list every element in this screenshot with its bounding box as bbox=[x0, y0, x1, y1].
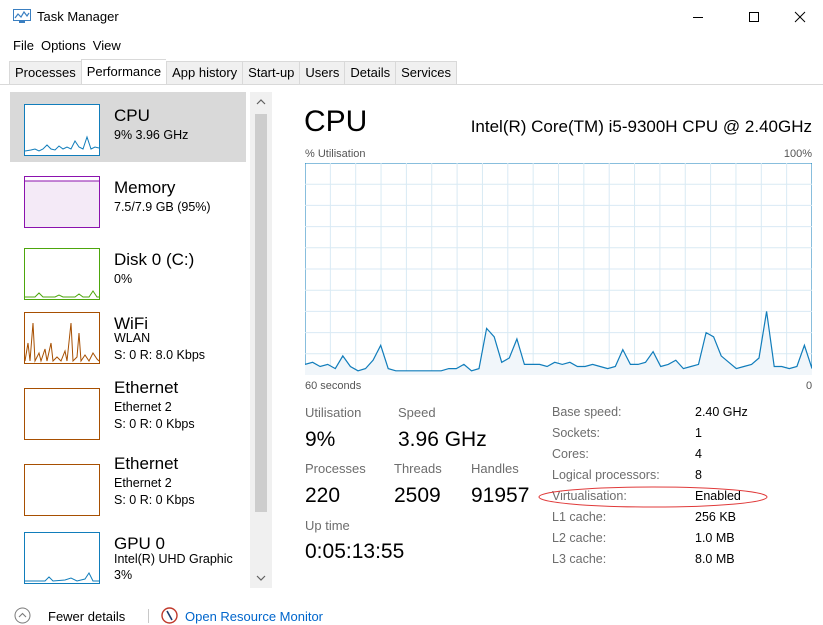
graph-x-right-label: 0 bbox=[806, 380, 813, 392]
threads-label: Threads bbox=[394, 461, 442, 476]
sidebar-item-title: Memory bbox=[114, 178, 176, 197]
utilisation-value: 9% bbox=[305, 428, 336, 451]
sidebar-item-throughput: S: 0 R: 8.0 Kbps bbox=[114, 348, 206, 362]
l1-cache-value: 256 KB bbox=[695, 510, 737, 524]
sidebar-item-title: GPU 0 bbox=[114, 534, 166, 553]
tab-performance[interactable]: Performance bbox=[80, 59, 167, 84]
threads-value: 2509 bbox=[394, 484, 441, 507]
graph-y-axis-label: % Utilisation bbox=[305, 148, 366, 160]
minimize-icon bbox=[693, 17, 703, 18]
gpu-thumbnail-graph bbox=[24, 532, 100, 584]
tab-bar: Processes Performance App history Start-… bbox=[0, 58, 823, 85]
tab-details[interactable]: Details bbox=[344, 61, 396, 84]
disk-thumbnail-graph bbox=[24, 248, 100, 300]
sidebar-item-disk-0[interactable]: Disk 0 (C:) 0% bbox=[10, 236, 246, 306]
tab-processes[interactable]: Processes bbox=[9, 61, 81, 84]
sidebar-item-memory[interactable]: Memory 7.5/7.9 GB (95%) bbox=[10, 164, 246, 234]
l2-cache-value: 1.0 MB bbox=[695, 531, 735, 545]
sidebar-item-detail: 7.5/7.9 GB (95%) bbox=[114, 200, 211, 214]
open-resource-monitor-link[interactable]: Open Resource Monitor bbox=[185, 609, 323, 624]
sidebar-item-wifi[interactable]: WiFi WLAN S: 0 R: 8.0 Kbps bbox=[10, 300, 246, 370]
tab-users[interactable]: Users bbox=[299, 61, 345, 84]
menu-view[interactable]: View bbox=[86, 36, 121, 56]
speed-label: Speed bbox=[398, 405, 436, 420]
sidebar-item-detail: 9% 3.96 GHz bbox=[114, 128, 189, 142]
maximize-button[interactable] bbox=[731, 0, 777, 34]
memory-thumbnail-graph bbox=[24, 176, 100, 228]
logical-processors-value: 8 bbox=[695, 468, 702, 482]
sidebar-item-title: Disk 0 (C:) bbox=[114, 250, 195, 269]
logical-processors-label: Logical processors: bbox=[552, 468, 660, 482]
l1-cache-label: L1 cache: bbox=[552, 510, 607, 524]
page-title: CPU bbox=[304, 105, 368, 138]
cores-label: Cores: bbox=[552, 447, 589, 461]
sidebar-item-throughput: S: 0 R: 0 Kbps bbox=[114, 417, 195, 431]
wifi-thumbnail-graph bbox=[24, 312, 100, 364]
sidebar-item-usage: 3% bbox=[114, 568, 133, 582]
sidebar-item-ethernet[interactable]: Ethernet Ethernet 2 S: 0 R: 0 Kbps bbox=[10, 376, 246, 446]
l3-cache-label: L3 cache: bbox=[552, 552, 607, 566]
sidebar-item-detail: Ethernet 2 bbox=[114, 476, 172, 490]
utilisation-label: Utilisation bbox=[305, 405, 362, 420]
scroll-down-button[interactable] bbox=[250, 570, 272, 586]
chevron-up-circle-icon[interactable] bbox=[14, 607, 31, 624]
chevron-down-icon bbox=[256, 575, 266, 581]
speed-value: 3.96 GHz bbox=[398, 428, 487, 451]
title-bar: Task Manager bbox=[0, 0, 823, 34]
handles-value: 91957 bbox=[471, 484, 530, 507]
scroll-up-button[interactable] bbox=[250, 94, 272, 110]
menu-file[interactable]: File bbox=[0, 36, 34, 56]
cpu-model-name: Intel(R) Core(TM) i5-9300H CPU @ 2.40GHz bbox=[470, 117, 812, 136]
uptime-value: 0:05:13:55 bbox=[305, 540, 405, 563]
sockets-label: Sockets: bbox=[552, 426, 600, 440]
fewer-details-button[interactable]: Fewer details bbox=[48, 609, 125, 624]
scrollbar-thumb[interactable] bbox=[255, 114, 267, 512]
ethernet-thumbnail-graph bbox=[24, 388, 100, 440]
sidebar-item-title: Ethernet bbox=[114, 454, 179, 473]
tab-app-history[interactable]: App history bbox=[166, 61, 243, 84]
task-manager-icon bbox=[13, 9, 31, 23]
cores-value: 4 bbox=[695, 447, 702, 461]
ethernet-thumbnail-graph bbox=[24, 464, 100, 516]
virtualisation-highlight-ellipse bbox=[538, 486, 768, 508]
sidebar-item-throughput: S: 0 R: 0 Kbps bbox=[114, 493, 195, 507]
base-speed-value: 2.40 GHz bbox=[695, 405, 748, 419]
sidebar-scrollbar[interactable] bbox=[250, 92, 272, 588]
menu-bar: File Options View bbox=[0, 36, 121, 56]
footer-bar: Fewer details Open Resource Monitor bbox=[0, 605, 823, 625]
handles-label: Handles bbox=[471, 461, 519, 476]
window-title: Task Manager bbox=[37, 9, 119, 24]
chevron-up-icon bbox=[256, 99, 266, 105]
sockets-value: 1 bbox=[695, 426, 702, 440]
sidebar-item-detail: Intel(R) UHD Graphic bbox=[114, 552, 233, 566]
resource-sidebar: CPU 9% 3.96 GHz Memory 7.5/7.9 GB (95%) … bbox=[10, 92, 272, 588]
uptime-label: Up time bbox=[305, 518, 350, 533]
processes-label: Processes bbox=[305, 461, 366, 476]
resource-monitor-icon[interactable] bbox=[161, 607, 178, 624]
l3-cache-value: 8.0 MB bbox=[695, 552, 735, 566]
cpu-thumbnail-graph bbox=[24, 104, 100, 156]
l2-cache-label: L2 cache: bbox=[552, 531, 607, 545]
cpu-utilisation-graph bbox=[305, 163, 812, 375]
graph-y-max-label: 100% bbox=[783, 148, 812, 160]
sidebar-item-gpu-0[interactable]: GPU 0 Intel(R) UHD Graphic 3% bbox=[10, 520, 246, 590]
processes-value: 220 bbox=[305, 484, 341, 507]
sidebar-item-ethernet-2[interactable]: Ethernet Ethernet 2 S: 0 R: 0 Kbps bbox=[10, 452, 246, 522]
maximize-icon bbox=[749, 12, 759, 22]
sidebar-item-detail: 0% bbox=[114, 272, 133, 286]
footer-divider bbox=[148, 609, 149, 623]
sidebar-item-title: CPU bbox=[114, 106, 150, 125]
sidebar-item-title: Ethernet bbox=[114, 378, 179, 397]
base-speed-label: Base speed: bbox=[552, 405, 622, 419]
sidebar-item-detail: WLAN bbox=[114, 331, 151, 345]
sidebar-item-cpu[interactable]: CPU 9% 3.96 GHz bbox=[10, 92, 246, 162]
tab-services[interactable]: Services bbox=[395, 61, 457, 84]
graph-x-left-label: 60 seconds bbox=[305, 380, 362, 392]
sidebar-item-detail: Ethernet 2 bbox=[114, 400, 172, 414]
minimize-button[interactable] bbox=[675, 0, 721, 34]
menu-options[interactable]: Options bbox=[34, 36, 86, 56]
close-icon bbox=[794, 11, 806, 23]
tab-start-up[interactable]: Start-up bbox=[242, 61, 300, 84]
close-button[interactable] bbox=[777, 0, 823, 34]
